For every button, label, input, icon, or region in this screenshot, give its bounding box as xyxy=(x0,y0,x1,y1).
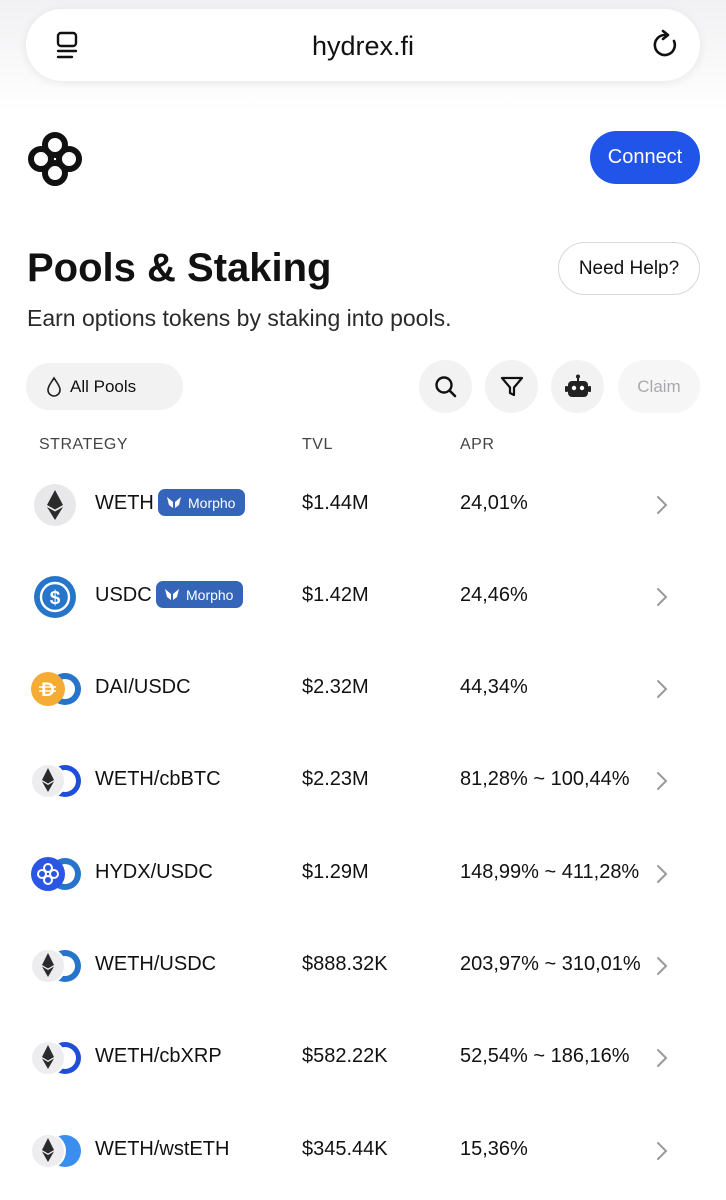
table-row[interactable]: WETH/USDC $888.32K 203,97% ~ 310,01% xyxy=(0,923,726,1015)
pool-tvl: $582.22K xyxy=(302,1045,388,1067)
weth-icon xyxy=(30,483,86,527)
butterfly-icon xyxy=(167,496,181,508)
reload-icon[interactable] xyxy=(650,29,682,61)
pool-name: WETH/wstETH xyxy=(95,1138,230,1160)
chevron-right-icon[interactable] xyxy=(655,494,669,516)
url-text[interactable]: hydrex.fi xyxy=(26,31,700,62)
pool-apr: 203,97% ~ 310,01% xyxy=(460,953,641,975)
weth-usdc-pair-icon xyxy=(30,944,86,988)
url-bar[interactable]: hydrex.fi xyxy=(26,9,700,81)
filter-button[interactable] xyxy=(485,360,538,413)
pool-apr: 24,46% xyxy=(460,584,528,606)
claim-button[interactable]: Claim xyxy=(618,360,700,413)
chevron-right-icon[interactable] xyxy=(655,863,669,885)
pool-name: DAI/USDC xyxy=(95,676,191,698)
funnel-icon xyxy=(500,376,523,396)
chevron-right-icon[interactable] xyxy=(655,678,669,700)
weth-wsteth-pair-icon xyxy=(30,1129,86,1173)
pool-tvl: $1.42M xyxy=(302,584,369,606)
badge-label: Morpho xyxy=(188,494,236,511)
svg-text:$: $ xyxy=(50,588,61,609)
apr-column-header[interactable]: APR xyxy=(460,436,494,454)
pool-name: WETH/cbBTC xyxy=(95,768,221,790)
connect-button[interactable]: Connect xyxy=(590,131,700,184)
pool-apr: 15,36% xyxy=(460,1138,528,1160)
morpho-badge: Morpho xyxy=(158,489,246,516)
hydrex-logo[interactable] xyxy=(26,130,84,188)
all-pools-label: All Pools xyxy=(70,376,137,396)
pool-apr: 52,54% ~ 186,16% xyxy=(460,1045,630,1067)
all-pools-filter[interactable]: All Pools xyxy=(26,363,183,410)
table-row[interactable]: $ USDC Morpho $1.42M 24,46% xyxy=(0,554,726,646)
drop-icon xyxy=(47,376,61,397)
pool-name: HYDX/USDC xyxy=(95,861,213,883)
pool-tvl: $345.44K xyxy=(302,1138,388,1160)
pool-name: WETH/USDC xyxy=(95,953,217,975)
browser-chrome: hydrex.fi xyxy=(0,0,726,112)
table-row[interactable]: HYDX/USDC $1.29M 148,99% ~ 411,28% xyxy=(0,831,726,923)
badge-label: Morpho xyxy=(186,586,234,603)
table-row[interactable]: WETH/wstETH $345.44K 15,36% xyxy=(0,1108,726,1200)
weth-cbbtc-pair-icon xyxy=(30,759,86,803)
pool-tvl: $1.44M xyxy=(302,492,369,514)
pool-apr: 44,34% xyxy=(460,676,528,698)
table-row[interactable]: WETH/cbBTC $2.23M 81,28% ~ 100,44% xyxy=(0,738,726,830)
search-icon xyxy=(434,375,456,397)
butterfly-icon xyxy=(165,588,179,600)
pool-name: WETH/cbXRP xyxy=(95,1045,222,1067)
pool-name: USDC xyxy=(95,584,152,606)
weth-cbxrp-pair-icon xyxy=(30,1036,86,1080)
pool-apr: 24,01% xyxy=(460,492,528,514)
need-help-button[interactable]: Need Help? xyxy=(558,242,700,295)
search-button[interactable] xyxy=(419,360,472,413)
robot-icon xyxy=(564,374,591,397)
table-row[interactable]: WETH/cbXRP $582.22K 52,54% ~ 186,16% xyxy=(0,1015,726,1107)
hydx-usdc-pair-icon xyxy=(30,852,86,896)
pool-apr: 148,99% ~ 411,28% xyxy=(460,861,640,883)
bot-button[interactable] xyxy=(551,360,604,413)
chevron-right-icon[interactable] xyxy=(655,586,669,608)
pool-name: WETH xyxy=(95,492,154,514)
chevron-right-icon[interactable] xyxy=(655,955,669,977)
page-title: Pools & Staking xyxy=(27,246,332,290)
chevron-right-icon[interactable] xyxy=(655,770,669,792)
pool-apr: 81,28% ~ 100,44% xyxy=(460,768,630,790)
pool-tvl: $888.32K xyxy=(302,953,388,975)
page-subtitle: Earn options tokens by staking into pool… xyxy=(27,305,452,331)
strategy-column-header[interactable]: STRATEGY xyxy=(39,436,128,454)
pool-tvl: $1.29M xyxy=(302,861,369,883)
pool-tvl: $2.23M xyxy=(302,768,369,790)
chevron-right-icon[interactable] xyxy=(655,1140,669,1162)
usdc-icon: $ xyxy=(30,575,86,619)
table-row[interactable]: D DAI/USDC $2.32M 44,34% xyxy=(0,646,726,738)
tvl-column-header[interactable]: TVL xyxy=(302,436,333,454)
dai-usdc-pair-icon: D xyxy=(30,667,86,711)
pool-tvl: $2.32M xyxy=(302,676,369,698)
table-row[interactable]: WETH Morpho $1.44M 24,01% xyxy=(0,462,726,554)
morpho-badge: Morpho xyxy=(156,581,244,608)
chevron-right-icon[interactable] xyxy=(655,1047,669,1069)
